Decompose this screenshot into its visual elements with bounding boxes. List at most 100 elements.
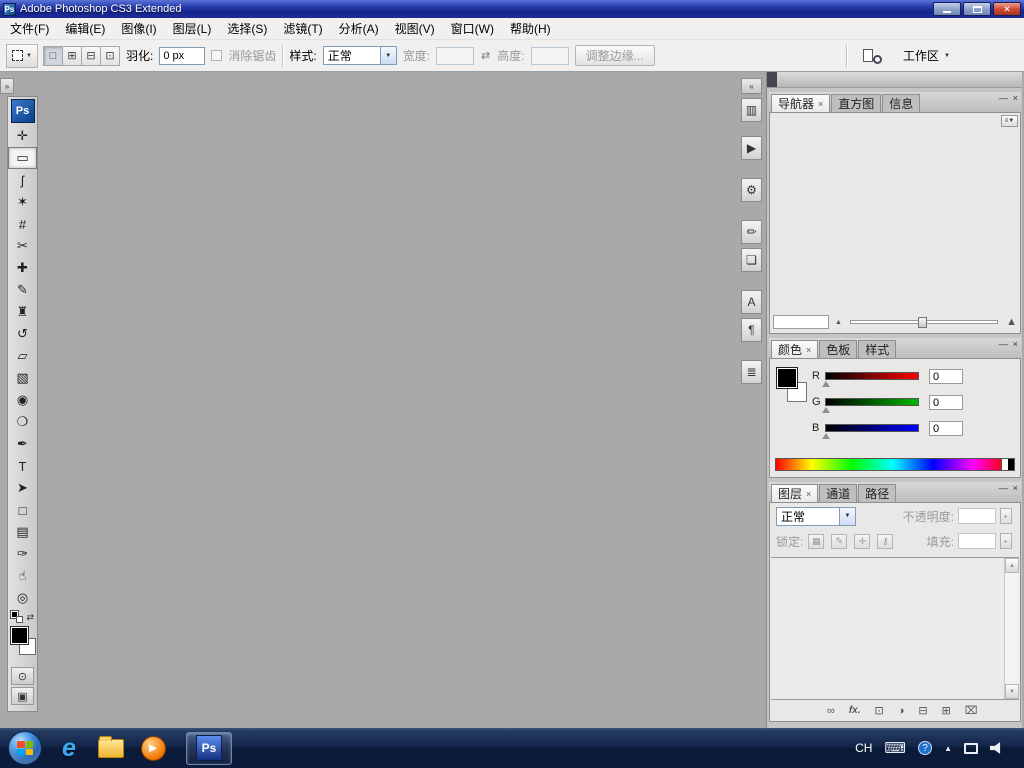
pen-tool[interactable]: ✒ bbox=[8, 433, 37, 455]
menu-view[interactable]: 视图(V) bbox=[387, 18, 443, 40]
scroll-down-button[interactable]: ▼ bbox=[1005, 684, 1019, 699]
layer-style-button[interactable]: fx. bbox=[849, 705, 861, 716]
fill-input[interactable] bbox=[958, 533, 996, 549]
menu-image[interactable]: 图像(I) bbox=[113, 18, 164, 40]
menu-select[interactable]: 选择(S) bbox=[219, 18, 275, 40]
app-icon[interactable]: Ps bbox=[3, 2, 16, 16]
display-tray-icon[interactable] bbox=[964, 742, 978, 754]
tab-channels[interactable]: 通道 bbox=[819, 484, 858, 502]
menu-help[interactable]: 帮助(H) bbox=[502, 18, 559, 40]
menu-filter[interactable]: 滤镜(T) bbox=[275, 18, 330, 40]
panel-close-button[interactable]: × bbox=[1013, 93, 1018, 103]
tab-navigator[interactable]: 导航器 × bbox=[771, 94, 831, 112]
blue-value-input[interactable]: 0 bbox=[929, 420, 963, 436]
volume-icon[interactable] bbox=[990, 742, 1001, 754]
panel-foreground-swatch[interactable] bbox=[776, 367, 798, 389]
opacity-slider-button[interactable]: ▸ bbox=[1000, 508, 1012, 524]
selection-subtract-button[interactable]: ⊟ bbox=[81, 45, 101, 66]
link-layers-button[interactable]: ∞ bbox=[827, 705, 835, 717]
brush-tool[interactable]: ✎ bbox=[8, 279, 37, 301]
dock-tool-presets-button[interactable]: ⚙ bbox=[741, 178, 762, 202]
zoom-in-icon[interactable]: ▲ bbox=[1006, 316, 1017, 328]
panel-menu-button[interactable]: ≡▼ bbox=[1001, 115, 1018, 127]
zoom-slider-thumb[interactable] bbox=[918, 317, 928, 328]
taskbar-media-button[interactable]: ▶ bbox=[138, 733, 168, 763]
menu-analysis[interactable]: 分析(A) bbox=[331, 18, 387, 40]
eyedropper-tool[interactable]: ✑ bbox=[8, 543, 37, 565]
dock-collapse-handle[interactable]: « bbox=[741, 78, 762, 94]
tab-paths[interactable]: 路径 bbox=[858, 484, 897, 502]
layer-mask-button[interactable]: ⊡ bbox=[875, 704, 884, 717]
zoom-out-icon[interactable]: ▲ bbox=[835, 319, 842, 326]
opacity-input[interactable] bbox=[958, 508, 996, 524]
dock-layer-comps-button[interactable]: ≣ bbox=[741, 360, 762, 384]
blend-mode-select[interactable]: 正常 ▼ bbox=[776, 506, 856, 526]
titlebar[interactable]: Ps Adobe Photoshop CS3 Extended ✕ bbox=[0, 0, 1024, 18]
swap-dimensions-button[interactable]: ⇄ bbox=[480, 49, 491, 62]
antialias-checkbox[interactable] bbox=[211, 50, 223, 61]
tab-styles[interactable]: 样式 bbox=[858, 340, 897, 358]
delete-layer-button[interactable]: ⌧ bbox=[965, 704, 978, 717]
lock-pixels-button[interactable]: ✎ bbox=[831, 533, 848, 549]
height-input[interactable] bbox=[530, 46, 569, 65]
swap-colors-button[interactable]: ⇄ bbox=[26, 612, 34, 623]
navigator-zoom-input[interactable] bbox=[773, 315, 829, 329]
blur-tool[interactable]: ◉ bbox=[8, 389, 37, 411]
selection-add-button[interactable]: ⊞ bbox=[62, 45, 82, 66]
close-button[interactable]: ✕ bbox=[993, 2, 1021, 16]
feather-input[interactable]: 0 px bbox=[159, 46, 206, 65]
panel-close-button[interactable]: × bbox=[1013, 339, 1018, 349]
workspace-button[interactable]: 工作区 ▼ bbox=[897, 44, 956, 68]
dropdown-arrow-icon[interactable]: ▼ bbox=[379, 47, 396, 64]
scroll-up-button[interactable]: ▲ bbox=[1005, 558, 1019, 573]
keyboard-icon[interactable]: ⌨ bbox=[884, 739, 906, 757]
color-spectrum-bar[interactable] bbox=[775, 458, 1015, 471]
layers-scrollbar[interactable]: ▲ ▼ bbox=[1004, 558, 1019, 699]
lock-position-button[interactable]: ✛ bbox=[854, 533, 871, 549]
red-value-input[interactable]: 0 bbox=[929, 368, 963, 384]
panel-minimize-button[interactable]: — bbox=[999, 483, 1008, 493]
panel-minimize-button[interactable]: — bbox=[999, 93, 1008, 103]
menu-edit[interactable]: 编辑(E) bbox=[57, 18, 113, 40]
gradient-tool[interactable]: ▧ bbox=[8, 367, 37, 389]
green-value-input[interactable]: 0 bbox=[929, 394, 963, 410]
tab-close-icon[interactable]: × bbox=[818, 99, 823, 109]
tool-preset-picker[interactable]: ▼ bbox=[6, 43, 38, 68]
new-group-button[interactable]: ⊟ bbox=[918, 704, 927, 717]
red-slider-thumb[interactable] bbox=[822, 381, 830, 387]
green-slider[interactable] bbox=[822, 398, 919, 413]
help-tray-icon[interactable]: ? bbox=[918, 741, 933, 755]
maximize-button[interactable] bbox=[963, 2, 991, 16]
clone-stamp-tool[interactable]: ♜ bbox=[8, 301, 37, 323]
magic-wand-tool[interactable]: ✶ bbox=[8, 191, 37, 213]
new-layer-button[interactable]: ⊞ bbox=[942, 704, 951, 717]
dropdown-arrow-icon[interactable]: ▼ bbox=[839, 507, 855, 525]
foreground-color-swatch[interactable] bbox=[10, 626, 29, 645]
menu-window[interactable]: 窗口(W) bbox=[443, 18, 502, 40]
tab-color[interactable]: 颜色 × bbox=[771, 340, 819, 358]
blue-slider[interactable] bbox=[822, 424, 919, 439]
taskbar-photoshop-button[interactable]: Ps bbox=[186, 731, 232, 765]
width-input[interactable] bbox=[436, 46, 475, 65]
selection-intersect-button[interactable]: ⊡ bbox=[100, 45, 120, 66]
zoom-tool[interactable]: ◎ bbox=[8, 587, 37, 609]
hidden-icons-button[interactable]: ▲ bbox=[944, 744, 952, 753]
dock-clone-source-button[interactable]: ❏ bbox=[741, 248, 762, 272]
dodge-tool[interactable]: ❍ bbox=[8, 411, 37, 433]
dock-character-button[interactable]: A bbox=[741, 290, 762, 314]
dock-brushes-button[interactable]: ✏ bbox=[741, 220, 762, 244]
selection-new-button[interactable]: □ bbox=[43, 45, 63, 66]
menu-layer[interactable]: 图层(L) bbox=[165, 18, 220, 40]
red-slider[interactable] bbox=[822, 372, 919, 387]
blue-slider-thumb[interactable] bbox=[822, 433, 830, 439]
dock-documents-button[interactable]: ▥ bbox=[741, 98, 762, 122]
lock-all-button[interactable]: ⚷ bbox=[877, 533, 894, 549]
rectangle-shape-tool[interactable]: □ bbox=[8, 499, 37, 521]
adjustment-layer-button[interactable]: ◑ bbox=[898, 705, 905, 717]
tab-close-icon[interactable]: × bbox=[806, 489, 811, 499]
default-colors-button[interactable] bbox=[11, 611, 23, 623]
menu-file[interactable]: 文件(F) bbox=[2, 18, 57, 40]
green-slider-thumb[interactable] bbox=[822, 407, 830, 413]
screen-mode-button[interactable]: ▣ bbox=[11, 687, 34, 705]
dock-actions-button[interactable]: ▶ bbox=[741, 136, 762, 160]
